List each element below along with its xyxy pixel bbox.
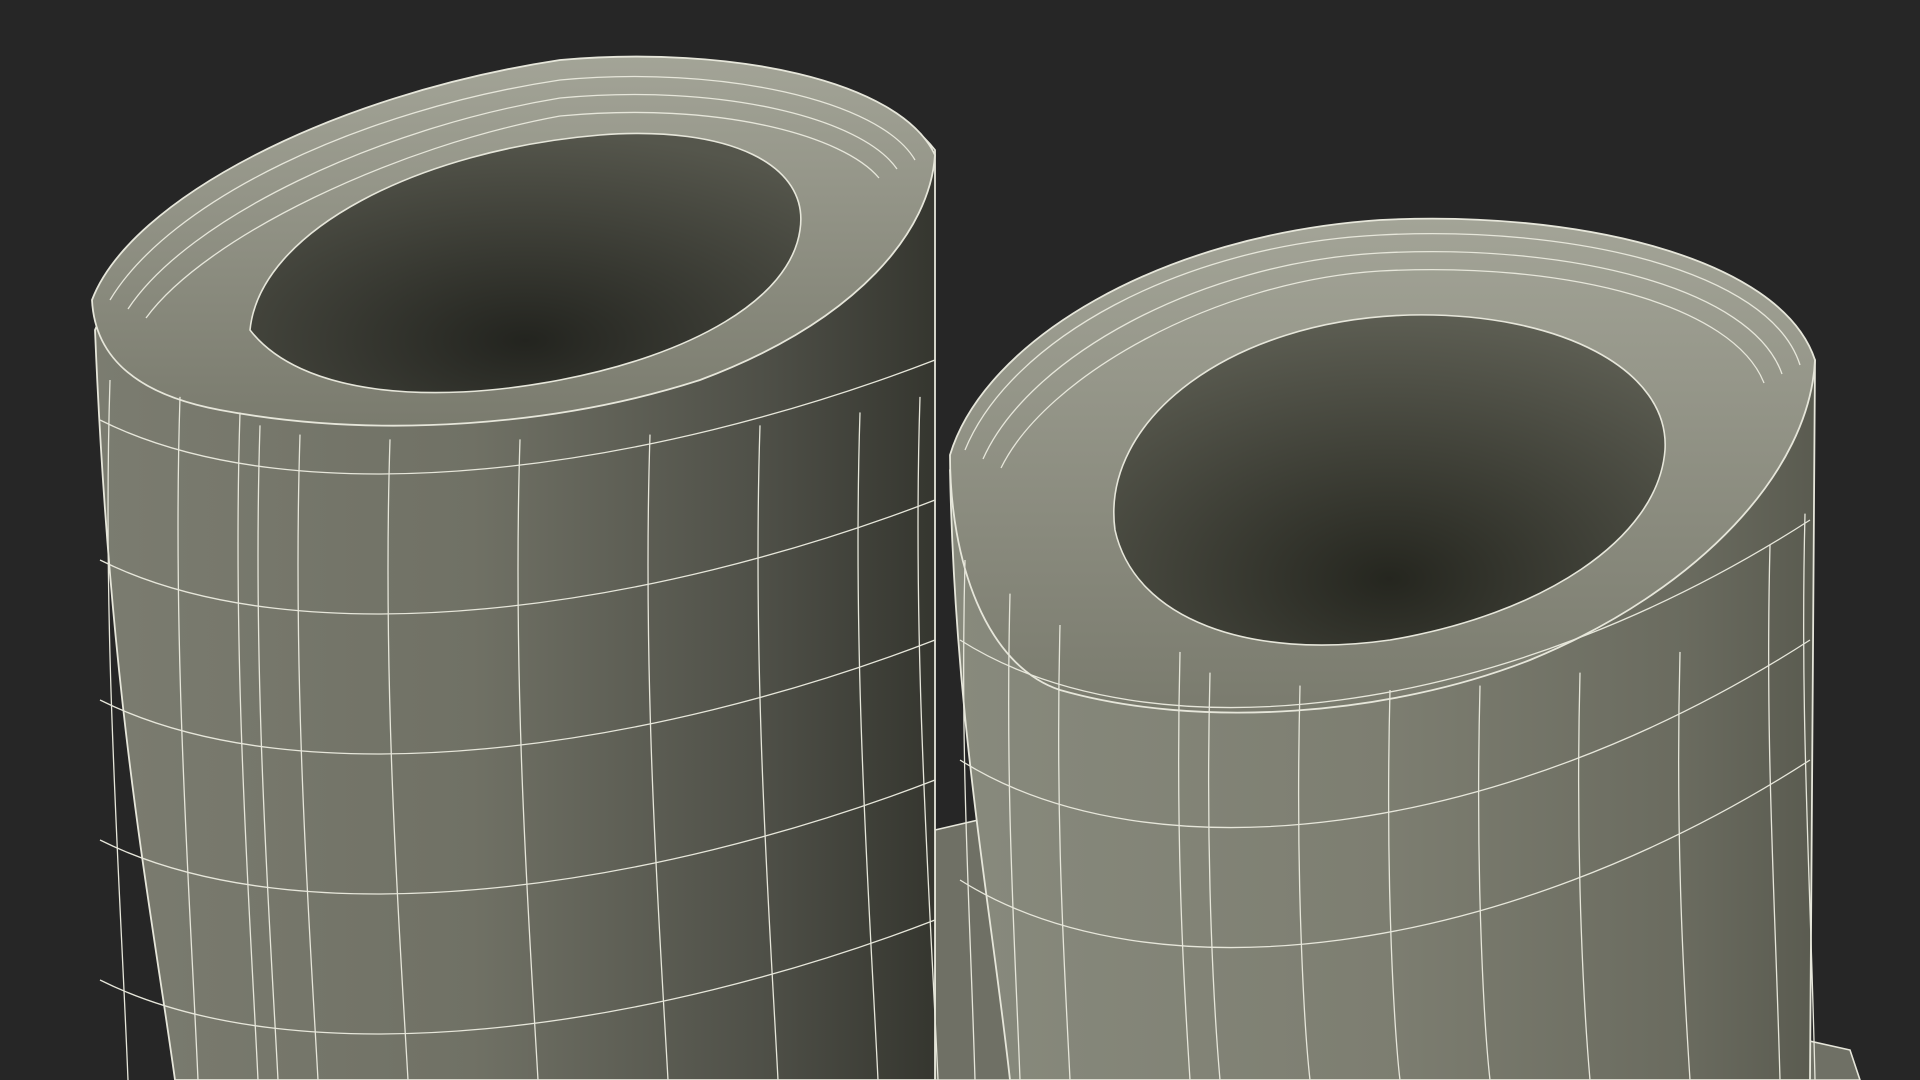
right-boot: [949, 217, 1816, 1080]
left-boot: [91, 55, 939, 1080]
render-viewport: [0, 0, 1920, 1080]
wireframe-render: [91, 55, 1861, 1080]
